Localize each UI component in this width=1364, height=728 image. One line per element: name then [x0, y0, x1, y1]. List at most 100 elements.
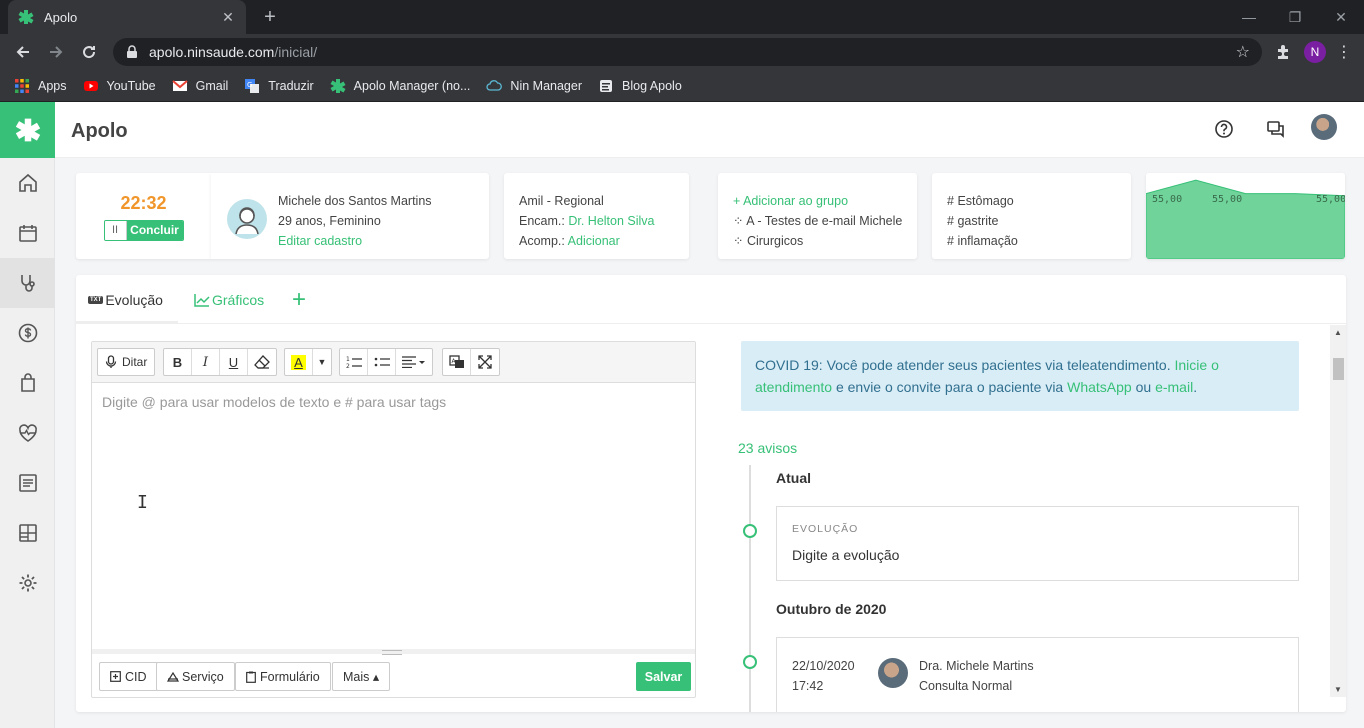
sidebar-item-finance[interactable]	[0, 308, 55, 358]
sidebar-item-reports[interactable]	[0, 458, 55, 508]
scroll-up-icon[interactable]: ▲	[1330, 328, 1346, 337]
microphone-icon	[105, 355, 117, 368]
scroll-down-icon[interactable]: ▼	[1330, 685, 1346, 694]
chevron-down-icon[interactable]: ▼	[313, 349, 331, 375]
ordered-list-icon[interactable]: 12	[340, 349, 368, 375]
patient-info: 29 anos, Feminino	[278, 214, 381, 228]
chat-icon[interactable]	[1263, 117, 1287, 141]
cid-button[interactable]: CID	[99, 662, 158, 691]
apps-grid-icon	[15, 78, 29, 93]
sidebar-item-inventory[interactable]	[0, 358, 55, 408]
sidebar-item-settings[interactable]	[0, 558, 55, 608]
minimize-icon[interactable]: ―	[1226, 0, 1272, 34]
sidebar-item-home[interactable]	[0, 158, 55, 208]
bold-icon[interactable]: B	[164, 349, 192, 375]
help-icon[interactable]	[1212, 117, 1236, 141]
bookmark-gmail[interactable]: Gmail	[171, 78, 228, 94]
address-bar[interactable]: apolo.ninsaude.com/inicial/ ☆	[113, 38, 1262, 66]
person-icon	[235, 207, 259, 235]
tag-item[interactable]: # Estômago	[947, 191, 1018, 211]
form-button[interactable]: Formulário	[235, 662, 331, 691]
eraser-icon[interactable]	[248, 349, 276, 375]
browser-tab-title: Apolo	[44, 9, 78, 25]
new-tab-button[interactable]: +	[258, 6, 282, 28]
timer-controls: II Concluir	[103, 220, 184, 241]
tag-item[interactable]: # inflamação	[947, 231, 1018, 251]
evolution-entry-card[interactable]: EVOLUÇÃO Digite a evolução	[776, 506, 1299, 581]
bookmark-apolo-manager[interactable]: Apolo Manager (no...	[330, 78, 470, 94]
fullscreen-icon[interactable]	[471, 349, 499, 375]
profile-avatar[interactable]: N	[1304, 41, 1326, 63]
back-icon[interactable]	[8, 37, 38, 67]
tag-item[interactable]: # gastrite	[947, 211, 1018, 231]
bookmark-youtube[interactable]: YouTube	[83, 78, 156, 94]
covid-text: COVID 19: Você pode atender seus pacient…	[755, 357, 1175, 373]
close-window-icon[interactable]: ✕	[1318, 0, 1364, 34]
tab-evolucao-label: Evolução	[105, 291, 163, 308]
edit-profile-link[interactable]: Editar cadastro	[278, 231, 432, 251]
insurance-plan: Amil - Regional	[519, 194, 604, 208]
bookmark-label: Apps	[38, 78, 67, 93]
bookmark-translate[interactable]: G Traduzir	[244, 78, 314, 94]
save-button[interactable]: Salvar	[636, 662, 691, 691]
home-icon	[18, 173, 37, 192]
tab-bar: TXT Evolução Gráficos +	[76, 275, 1346, 324]
svg-text:1: 1	[346, 356, 350, 363]
service-button[interactable]: Serviço	[156, 662, 235, 691]
close-tab-icon[interactable]: ✕	[220, 9, 236, 25]
italic-icon[interactable]: I	[192, 349, 220, 375]
active-tab-indicator	[76, 321, 178, 324]
tab-evolucao[interactable]: TXT Evolução	[88, 275, 163, 324]
extensions-puzzle-icon[interactable]	[1268, 37, 1298, 67]
bookmark-star-icon[interactable]: ☆	[1236, 42, 1250, 62]
dollar-icon	[18, 323, 37, 343]
sidebar-item-attendance[interactable]	[0, 258, 55, 308]
sidebar-item-health[interactable]	[0, 408, 55, 458]
bookmark-nin-manager[interactable]: Nin Manager	[486, 78, 582, 94]
bookmark-apps[interactable]: Apps	[14, 78, 67, 94]
browser-tab[interactable]: Apolo ✕	[8, 0, 246, 34]
translate-icon: G	[245, 78, 260, 93]
underline-icon[interactable]: U	[220, 349, 248, 375]
reload-icon[interactable]	[74, 37, 104, 67]
covid-text: e envie o convite para o paciente via	[832, 379, 1068, 395]
text-color-icon[interactable]: A	[285, 349, 313, 375]
more-button[interactable]: Mais ▴	[332, 662, 391, 691]
bookmark-blog-apolo[interactable]: Blog Apolo	[598, 78, 682, 94]
sparkline-chart: 55,00 55,00 55,00	[1146, 173, 1345, 259]
forward-icon[interactable]	[41, 37, 71, 67]
scrollbar-thumb[interactable]	[1333, 358, 1344, 380]
entry-time: 17:42	[792, 679, 824, 693]
evolution-input[interactable]: Digite a evolução	[792, 547, 899, 563]
alerts-count-link[interactable]: 23 avisos	[738, 440, 797, 456]
pause-button[interactable]: II	[104, 221, 127, 240]
dashboard-icon	[18, 524, 37, 542]
group-item: ⁘ Cirurgicos	[733, 231, 902, 251]
sidebar-item-calendar[interactable]	[0, 208, 55, 258]
add-companion-link[interactable]: Adicionar	[568, 234, 620, 248]
add-tab-button[interactable]: +	[292, 275, 306, 324]
translate-text-icon[interactable]: A	[443, 349, 471, 375]
align-dropdown-icon[interactable]	[396, 349, 432, 375]
timeline-section-current: Atual	[776, 470, 811, 486]
bullet-list-icon[interactable]	[368, 349, 396, 375]
finish-button[interactable]: Concluir	[126, 221, 183, 240]
sparkline-card[interactable]: 55,00 55,00 55,00	[1146, 173, 1345, 259]
restore-icon[interactable]: ❐	[1272, 0, 1318, 34]
heart-pulse-icon	[18, 424, 37, 442]
timeline-scrollbar[interactable]: ▲ ▼	[1330, 325, 1346, 697]
sidebar-item-dashboard[interactable]	[0, 508, 55, 558]
covid-alert: COVID 19: Você pode atender seus pacient…	[741, 341, 1299, 411]
tab-graficos[interactable]: Gráficos	[194, 275, 264, 324]
whatsapp-link[interactable]: WhatsApp	[1067, 379, 1132, 395]
referral-doctor-link[interactable]: Dr. Helton Silva	[568, 214, 654, 228]
user-avatar[interactable]	[1311, 114, 1337, 140]
apolo-logo[interactable]	[0, 102, 55, 158]
browser-menu-icon[interactable]: ⋮	[1332, 42, 1356, 62]
add-to-group-link[interactable]: + Adicionar ao grupo	[733, 191, 902, 211]
tags-card: # Estômago # gastrite # inflamação	[932, 173, 1131, 259]
history-entry-card[interactable]: 22/10/2020 17:42 Dra. Michele Martins Co…	[776, 637, 1299, 712]
dictate-button[interactable]: Ditar	[98, 349, 154, 375]
editor-placeholder[interactable]: Digite @ para usar modelos de texto e # …	[102, 394, 446, 410]
email-link[interactable]: e-mail	[1155, 379, 1193, 395]
